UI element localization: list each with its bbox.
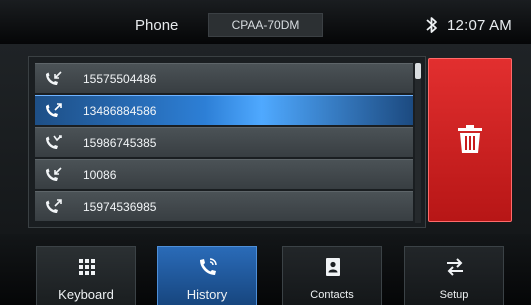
missed-call-icon [46, 135, 62, 149]
incoming-call-icon [46, 71, 62, 85]
outgoing-call-icon [46, 199, 62, 213]
call-history-row[interactable]: 15986745385 [35, 127, 413, 157]
scrollbar-thumb[interactable] [415, 63, 421, 79]
status-bar: Phone CPAA-70DM 12:07 AM [0, 0, 531, 44]
device-name[interactable]: CPAA-70DM [208, 13, 323, 37]
incoming-call-icon [46, 167, 62, 181]
call-history-row[interactable]: 10086 [35, 159, 413, 189]
list-scrollbar[interactable] [415, 63, 421, 223]
tab-contacts[interactable]: Contacts [282, 246, 382, 305]
phone-history-icon [200, 258, 217, 275]
tab-keyboard[interactable]: Keyboard [36, 246, 136, 305]
bluetooth-icon [426, 17, 437, 33]
trash-icon [458, 125, 482, 153]
contacts-icon [326, 258, 340, 276]
tab-label: Setup [439, 289, 469, 301]
call-history-row-selected[interactable]: 13486884586 [35, 95, 413, 125]
keypad-icon [79, 259, 95, 275]
setup-icon [447, 258, 463, 276]
call-number: 15986745385 [83, 136, 157, 150]
bottom-tab-bar: Keyboard History Contacts Setup [0, 234, 531, 305]
clock: 12:07 AM [447, 17, 512, 34]
call-list-frame: 15575504486 13486884586 15986745385 1008… [28, 56, 426, 228]
call-number: 15974536985 [83, 200, 157, 214]
app-title: Phone [135, 17, 179, 34]
call-number: 10086 [83, 168, 117, 182]
delete-button[interactable] [428, 58, 512, 222]
outgoing-call-icon [46, 103, 62, 117]
tab-setup[interactable]: Setup [404, 246, 504, 305]
tab-history[interactable]: History [157, 246, 257, 305]
tab-label: History [186, 287, 228, 302]
call-history-panel: 15575504486 13486884586 15986745385 1008… [0, 44, 531, 234]
call-number: 13486884586 [83, 104, 157, 118]
call-number: 15575504486 [83, 72, 157, 86]
call-history-row[interactable]: 15575504486 [35, 63, 413, 93]
tab-label: Contacts [310, 289, 354, 301]
call-list: 15575504486 13486884586 15986745385 1008… [35, 63, 413, 223]
call-history-row[interactable]: 15974536985 [35, 191, 413, 221]
tab-label: Keyboard [58, 287, 114, 302]
